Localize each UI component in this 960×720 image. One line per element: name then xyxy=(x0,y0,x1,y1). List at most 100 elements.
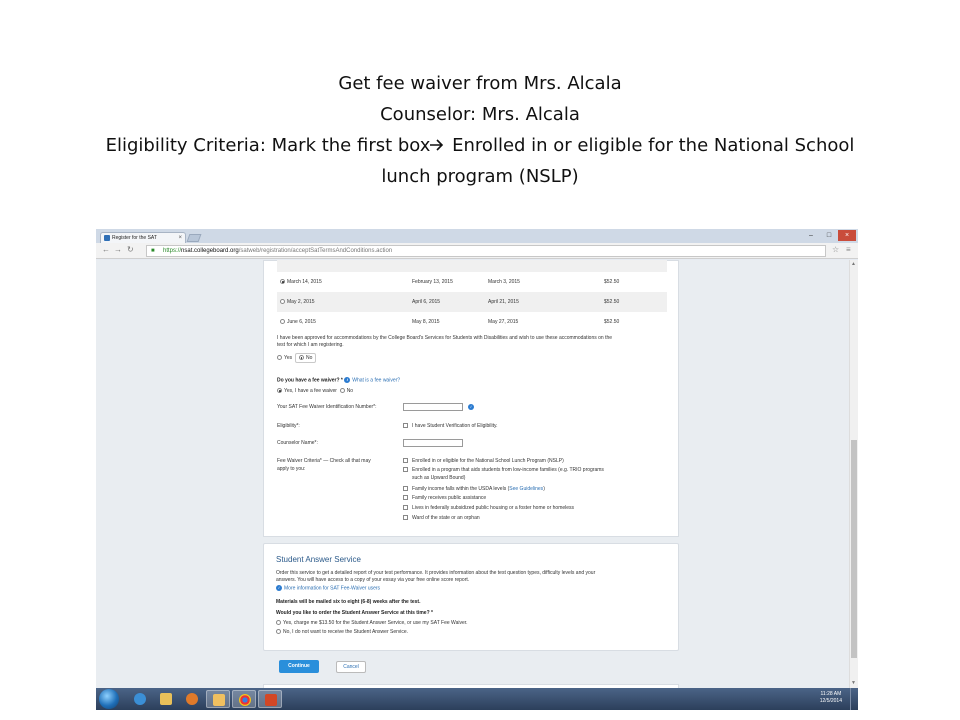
late-deadline: May 27, 2015 xyxy=(488,319,519,325)
fee-waiver-options: Yes, I have a fee waiver No xyxy=(277,388,353,394)
taskbar-media[interactable] xyxy=(180,690,204,708)
accommodations-text-cont: test for which I am registering. xyxy=(277,342,344,348)
sas-description-cont: answers. You will have access to a copy … xyxy=(276,577,470,583)
criteria-label: Fee Waiver Criteria* — Check all that ma… xyxy=(277,458,371,464)
taskbar-ie[interactable] xyxy=(128,690,152,708)
fee-waiver-yes-radio[interactable] xyxy=(277,388,282,394)
registration-deadline: February 13, 2015 xyxy=(412,279,453,285)
address-bar: ← → ↻ ■ https://nsat.collegeboard.org/sa… xyxy=(96,243,858,259)
criteria-item[interactable]: Enrolled in a program that aids students… xyxy=(403,467,604,473)
back-icon[interactable]: ← xyxy=(102,245,110,254)
cancel-button[interactable]: Cancel xyxy=(336,661,366,673)
eligibility-option[interactable]: I have Student Verification of Eligibili… xyxy=(403,423,498,429)
forward-icon[interactable]: → xyxy=(114,245,122,254)
more-info-link[interactable]: More information for SAT Fee-Waiver user… xyxy=(284,585,380,591)
what-is-fee-waiver-link[interactable]: What is a fee waiver? xyxy=(352,377,400,383)
fee-waiver-no-label: No xyxy=(346,388,354,394)
browser-window: Register for the SAT × – □ × ← → ↻ ■ htt… xyxy=(96,229,858,710)
new-tab-button[interactable] xyxy=(186,234,202,242)
media-player-icon xyxy=(186,693,198,705)
checkbox-icon[interactable] xyxy=(403,467,408,473)
criteria-item[interactable]: Enrolled in or eligible for the National… xyxy=(403,458,564,464)
scroll-down-icon[interactable]: ▼ xyxy=(851,680,856,686)
sas-option-yes-label: Yes, charge me $13.50 for the Student An… xyxy=(283,620,468,626)
accommodations-yes-radio[interactable] xyxy=(277,355,282,361)
internet-explorer-icon xyxy=(134,693,146,705)
info-icon[interactable]: i xyxy=(344,377,351,383)
sas-option-yes[interactable]: Yes, charge me $13.50 for the Student An… xyxy=(276,620,468,626)
accommodations-options: Yes No xyxy=(277,353,317,363)
test-date-row[interactable]: June 6, 2015 May 8, 2015 May 27, 2015 $5… xyxy=(277,312,667,332)
taskbar-powerpoint[interactable] xyxy=(258,690,282,708)
taskbar-chrome[interactable] xyxy=(232,690,256,708)
minimize-button[interactable]: – xyxy=(802,230,820,241)
radio-icon[interactable] xyxy=(280,299,285,305)
reload-icon[interactable]: ↻ xyxy=(127,245,134,254)
sas-description: Order this service to get a detailed rep… xyxy=(276,570,596,576)
see-guidelines-link[interactable]: See Guidelines xyxy=(509,486,543,492)
checkbox-icon[interactable] xyxy=(403,515,408,521)
checkbox-icon[interactable] xyxy=(403,505,408,511)
browser-tab[interactable]: Register for the SAT × xyxy=(100,232,186,243)
favicon-icon xyxy=(104,235,110,241)
scrollbar[interactable]: ▲ ▼ xyxy=(849,260,858,688)
sas-mailed-note: Materials will be mailed six to eight (6… xyxy=(276,599,421,605)
fee-waiver-question: Do you have a fee waiver? * i What is a f… xyxy=(277,377,400,383)
criteria-item[interactable]: Ward of the state or an orphan xyxy=(403,515,480,521)
criteria-item[interactable]: Family income falls within the USDA leve… xyxy=(403,486,545,492)
test-date-row-partial xyxy=(277,260,667,272)
sas-option-no[interactable]: No, I do not want to receive the Student… xyxy=(276,629,408,635)
taskbar-explorer[interactable] xyxy=(154,690,178,708)
info-icon[interactable]: i xyxy=(468,404,474,410)
scroll-up-icon[interactable]: ▲ xyxy=(851,261,856,267)
radio-icon[interactable] xyxy=(276,629,281,635)
continue-button[interactable]: Continue xyxy=(279,660,319,673)
fee-waiver-yes-label: Yes, I have a fee waiver xyxy=(284,388,337,394)
checkbox-icon[interactable] xyxy=(403,495,408,501)
criteria-label-income: Family income falls within the USDA leve… xyxy=(412,486,510,492)
close-tab-icon[interactable]: × xyxy=(178,233,182,243)
clock[interactable]: 11:28 AM 12/5/2014 xyxy=(820,691,842,705)
fee-waiver-no-radio[interactable] xyxy=(339,388,345,394)
clock-time: 11:28 AM xyxy=(820,691,842,697)
sas-question: Would you like to order the Student Answ… xyxy=(276,610,433,616)
accommodations-no-option[interactable]: No xyxy=(294,353,317,363)
radio-icon[interactable] xyxy=(280,319,285,325)
checkbox-icon[interactable] xyxy=(403,458,408,464)
scrollbar-thumb[interactable] xyxy=(851,440,857,658)
radio-icon[interactable] xyxy=(276,620,281,626)
url-field[interactable]: ■ https://nsat.collegeboard.org/satweb/r… xyxy=(146,245,826,257)
checkbox-icon[interactable] xyxy=(403,486,408,492)
folder-icon xyxy=(160,693,172,705)
caption-line-3-end: Enrolled in or eligible for the National… xyxy=(446,135,855,156)
close-paren: ) xyxy=(543,486,545,492)
start-button[interactable] xyxy=(99,689,119,709)
criteria-item[interactable]: Lives in federally subsidized public hou… xyxy=(403,505,574,511)
taskbar-app[interactable] xyxy=(206,690,230,708)
chrome-icon xyxy=(239,694,251,706)
fee-waiver-id-input[interactable] xyxy=(403,403,463,411)
criteria-label-program: Enrolled in a program that aids students… xyxy=(412,467,604,473)
criteria-label-nslp: Enrolled in or eligible for the National… xyxy=(412,458,564,464)
test-fee: $52.50 xyxy=(604,299,620,305)
bookmark-star-icon[interactable]: ☆ xyxy=(832,245,839,254)
accommodations-no-radio[interactable] xyxy=(298,355,304,361)
test-date-row[interactable]: May 2, 2015 April 6, 2015 April 21, 2015… xyxy=(277,292,667,312)
criteria-item[interactable]: Family receives public assistance xyxy=(403,495,486,501)
criteria-label-assistance: Family receives public assistance xyxy=(412,495,487,501)
counselor-name-input[interactable] xyxy=(403,439,463,447)
url-path: /satweb/registration/acceptSatTermsAndCo… xyxy=(238,248,393,254)
section-heading: Student Answer Service xyxy=(276,555,361,564)
show-desktop-button[interactable] xyxy=(850,688,858,710)
close-window-button[interactable]: × xyxy=(838,230,856,241)
radio-selected-icon[interactable] xyxy=(280,279,285,285)
test-date-row[interactable]: March 14, 2015 February 13, 2015 March 3… xyxy=(277,272,667,292)
late-deadline: March 3, 2015 xyxy=(488,279,520,285)
maximize-button[interactable]: □ xyxy=(820,230,838,241)
caption-line-1: Get fee waiver from Mrs. Alcala xyxy=(338,73,622,94)
checkbox-icon[interactable] xyxy=(403,423,408,429)
test-date: May 2, 2015 xyxy=(287,299,315,305)
menu-icon[interactable]: ≡ xyxy=(846,245,851,254)
criteria-label-ward: Ward of the state or an orphan xyxy=(412,515,480,521)
windows-taskbar: 11:28 AM 12/5/2014 xyxy=(96,688,858,710)
